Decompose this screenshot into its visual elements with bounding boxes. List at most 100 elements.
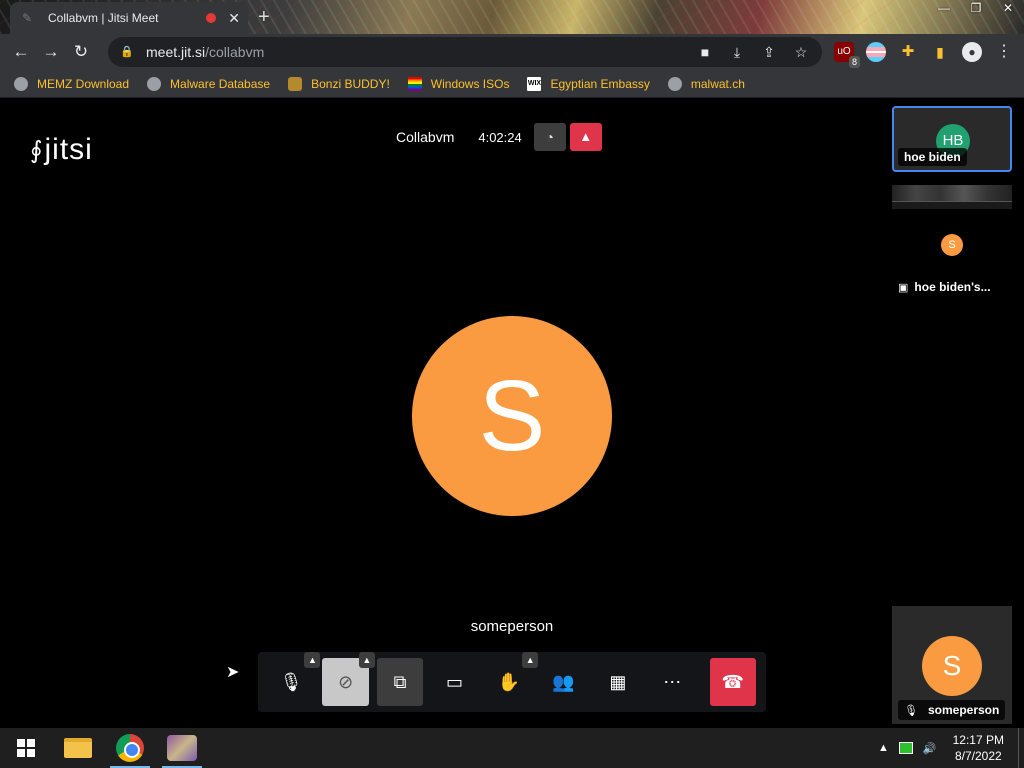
bonzi-taskbar-button[interactable] (156, 728, 208, 768)
install-app-icon[interactable]: ⤓ (728, 44, 746, 61)
bonzi-app-icon (167, 735, 197, 761)
bookmark-malware-database[interactable]: Malware Database (147, 72, 270, 96)
screen-share-preview-bar (892, 201, 1012, 209)
start-button[interactable] (0, 728, 52, 768)
share-icon[interactable]: ⇪ (760, 44, 778, 61)
close-window-button[interactable]: ✕ (992, 0, 1024, 18)
jitsi-logo-text: jitsi (44, 133, 93, 166)
browser-title-bar: ✎ Collabvm | Jitsi Meet ✕ + — ❐ ✕ (0, 0, 1024, 34)
bookmark-malwatch[interactable]: malwat.ch (667, 72, 745, 96)
windows-logo-icon (17, 739, 35, 757)
minimize-button[interactable]: — (928, 0, 960, 18)
more-actions-button[interactable]: ⋯ (649, 658, 695, 706)
url-host: meet.jit.si (146, 44, 206, 60)
connection-gauge-icon[interactable]: ◔ (533, 123, 566, 151)
wix-icon: WIX (527, 76, 542, 91)
window-controls: — ❐ ✕ (928, 0, 1024, 18)
taskbar-clock[interactable]: 12:17 PM 8/7/2022 (953, 732, 1004, 764)
tab-title: Collabvm | Jitsi Meet (48, 11, 159, 25)
local-avatar: S (922, 636, 982, 696)
local-name: someperson (927, 703, 1000, 717)
more-icon: ⋯ (663, 672, 682, 692)
warning-icon[interactable]: ▲ (569, 123, 602, 151)
audio-options-chevron-icon[interactable]: ▲ (304, 652, 321, 668)
clock-time: 12:17 PM (952, 733, 1004, 747)
file-explorer-taskbar-button[interactable] (52, 728, 104, 768)
microphone-icon: 🎙 (279, 672, 303, 692)
bookmark-windows-isos[interactable]: Windows ISOs (407, 72, 510, 96)
url-text[interactable]: meet.jit.si/collabvm (146, 44, 264, 60)
browser-tab[interactable]: ✎ Collabvm | Jitsi Meet ✕ (10, 2, 248, 34)
jitsi-logo-icon: ∮ (30, 136, 43, 164)
raise-hand-button[interactable]: ✋ ▲ (486, 652, 539, 706)
forward-button[interactable]: → (36, 37, 66, 67)
camera-in-use-icon[interactable]: ■ (696, 44, 714, 60)
jitsi-logo[interactable]: ∮ jitsi (30, 133, 93, 167)
screen-share-preview (892, 185, 1012, 201)
side-panel-icon[interactable]: ▮ (930, 42, 950, 62)
recording-indicator-icon (206, 13, 217, 23)
show-desktop-button[interactable] (1018, 728, 1024, 768)
screen-share-tile[interactable]: S ▣ hoe biden's... (892, 181, 1012, 299)
globe-icon (147, 76, 162, 91)
tile-view-button[interactable]: ▦ (595, 658, 641, 706)
reactions-chevron-icon[interactable]: ▲ (522, 652, 539, 668)
video-options-chevron-icon[interactable]: ▲ (358, 652, 375, 668)
screen-share-avatar: S (941, 234, 963, 256)
meeting-header: Collabvm 4:02:24 ◔ ▲ (396, 123, 602, 151)
screen-share-label: ▣ hoe biden's... (894, 277, 995, 297)
maximize-button[interactable]: ❐ (960, 0, 992, 18)
participant-tile-hoe-biden[interactable]: HB hoe biden (892, 106, 1012, 172)
participants-icon: 👥 (552, 672, 575, 692)
bookmark-label: malwat.ch (690, 76, 745, 91)
address-bar[interactable]: 🔒 meet.jit.si/collabvm ■ ⤓ ⇪ ☆ (108, 37, 822, 67)
dominant-speaker-avatar: S (412, 316, 612, 516)
screen-share-name: hoe biden's... (914, 280, 991, 294)
windows-taskbar: ▲ 🔊 12:17 PM 8/7/2022 (0, 728, 1024, 768)
new-tab-button[interactable]: + (258, 6, 270, 29)
browser-menu-icon[interactable]: ⋮ (994, 42, 1014, 62)
bookmark-star-icon[interactable]: ☆ (792, 44, 810, 61)
reload-button[interactable]: ↻ (66, 37, 96, 67)
screen-share-icon: ▣ (898, 281, 909, 294)
mic-muted-icon: 🎙 (904, 704, 918, 717)
bookmarks-bar: MEMZ Download Malware Database Bonzi BUD… (0, 70, 1024, 98)
camera-off-icon: ⊘ (338, 672, 354, 692)
lock-icon[interactable]: 🔒 (120, 45, 134, 59)
bookmark-memz[interactable]: MEMZ Download (14, 72, 129, 96)
bookmark-label: Windows ISOs (430, 76, 510, 91)
ublock-origin-icon[interactable]: uO 8 (834, 42, 860, 68)
local-participant-tile[interactable]: S 🎙 someperson (892, 606, 1012, 724)
bookmark-bonzi-buddy[interactable]: Bonzi BUDDY! (288, 72, 390, 96)
tile-view-icon: ▦ (609, 672, 627, 692)
extensions-puzzle-icon[interactable]: ✚ (898, 42, 918, 62)
meeting-stage: ∮ jitsi Collabvm 4:02:24 ◔ ▲ S someperso… (0, 103, 1024, 727)
bookmark-egyptian-embassy[interactable]: WIX Egyptian Embassy (527, 72, 650, 96)
microphone-button[interactable]: 🎙 ▲ (268, 652, 321, 706)
hangup-button[interactable]: ☎ (709, 658, 756, 706)
participant-name: hoe biden (898, 148, 967, 166)
bonzi-icon (288, 76, 303, 91)
meeting-toolbox: 🎙 ▲ ⊘ ▲ ⧉ ▭ ✋ ▲ 👥 ▦ ⋯ ☎ (258, 652, 766, 712)
network-icon[interactable] (898, 742, 913, 754)
tab-close-icon[interactable]: ✕ (228, 10, 240, 27)
dominant-speaker-name: someperson (470, 618, 554, 635)
participants-button[interactable]: 👥 (540, 658, 586, 706)
profile-avatar-icon[interactable]: ● (962, 42, 982, 62)
back-button[interactable]: ← (6, 37, 36, 67)
chrome-taskbar-button[interactable] (104, 728, 156, 768)
meeting-name: Collabvm (396, 129, 455, 145)
chat-button[interactable]: ▭ (431, 658, 477, 706)
system-tray: ▲ 🔊 12:17 PM 8/7/2022 (878, 728, 1024, 768)
tray-overflow-chevron-icon[interactable]: ▲ (878, 742, 889, 754)
bookmark-label: Malware Database (170, 76, 271, 91)
rainbow-flag-icon (407, 76, 422, 91)
screen: ✎ Collabvm | Jitsi Meet ✕ + — ❐ ✕ ← → ↻ … (0, 0, 1024, 768)
share-screen-button[interactable]: ⧉ (376, 658, 424, 706)
volume-icon[interactable]: 🔊 (923, 742, 937, 755)
bookmark-label: Egyptian Embassy (550, 76, 650, 91)
trans-flag-extension-icon[interactable] (866, 42, 886, 62)
globe-icon (14, 76, 28, 91)
ublock-badge: 8 (848, 56, 860, 68)
camera-button[interactable]: ⊘ ▲ (322, 652, 375, 706)
